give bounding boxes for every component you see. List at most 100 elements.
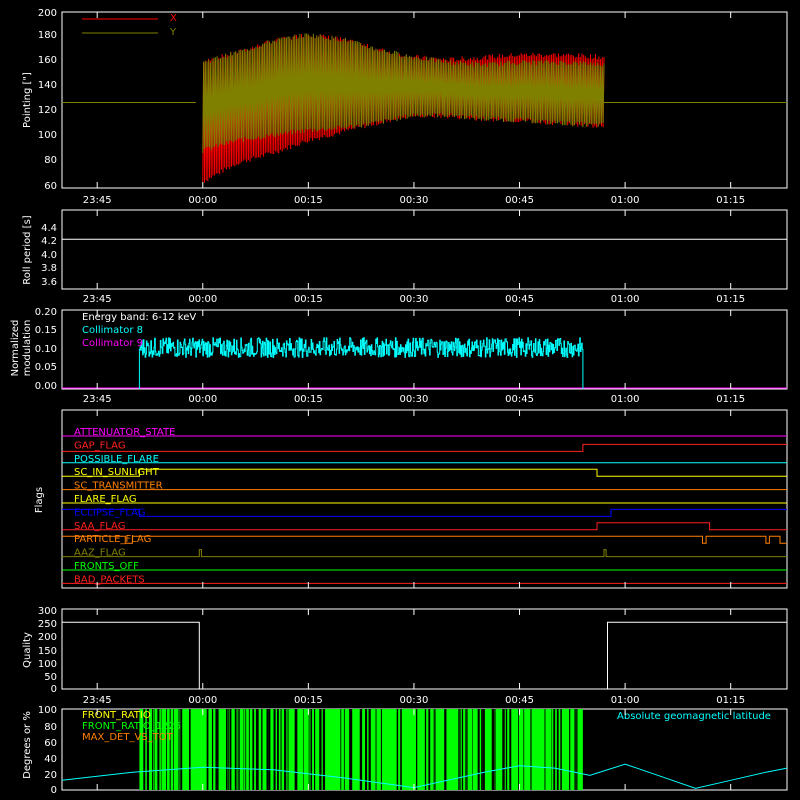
front-ratio-gap [544, 709, 546, 790]
pointing-ylabel: Pointing ["] [22, 72, 33, 128]
time-tick-label: 00:30 [400, 394, 429, 405]
time-tick-label: 01:15 [716, 394, 745, 405]
time-tick-label: 01:00 [611, 294, 640, 305]
pointing-ytick: 100 [38, 130, 57, 141]
front-ratio-gap [518, 709, 519, 790]
modulation-ytick: 0.20 [35, 307, 57, 318]
plot-canvas: Pointing ["] 200 180 160 140 120 100 80 … [10, 8, 788, 796]
roll-period-panel: Roll period [s] 4.4 4.2 4.0 3.8 3.6 23:4… [22, 209, 788, 305]
quality-ytick: 0 [51, 684, 57, 695]
quality-ytick: 100 [38, 659, 57, 670]
front-ratio-gap [322, 709, 326, 790]
front-ratio-gap [252, 709, 255, 790]
modulation-ytick: 0.15 [35, 325, 57, 336]
front-ratio-gap [477, 709, 480, 790]
quality-ytick: 300 [38, 606, 57, 617]
quality-time-axis: 23:45 00:00 00:15 00:30 00:45 01:00 01:15 [83, 695, 745, 706]
ratios-ytick: 100 [38, 705, 57, 716]
front-ratio-gap [556, 709, 559, 790]
time-tick-label: 00:15 [294, 695, 323, 706]
flag-line [62, 443, 787, 452]
front-ratio-gap [375, 709, 377, 790]
time-tick-label: 00:45 [505, 195, 534, 206]
roll-ytick: 3.6 [41, 277, 57, 288]
modulation-ylabel-line1: Normalized [10, 320, 21, 377]
front-ratio-gap [211, 709, 214, 790]
time-tick-label: 01:00 [611, 394, 640, 405]
pointing-time-axis: 23:45 00:00 00:15 00:30 00:45 01:00 01:15 [83, 195, 745, 206]
time-tick-label: 00:00 [188, 294, 217, 305]
front-ratio-gap [206, 709, 209, 790]
modulation-ytick: 0.05 [35, 362, 57, 373]
flags-panel: Flags ATTENUATOR_STATEGAP_FLAGPOSSIBLE_F… [34, 409, 788, 589]
quality-ytick: 200 [38, 632, 57, 643]
flag-line [62, 535, 787, 544]
front-ratio-gap [560, 709, 562, 790]
flags-ylabel: Flags [34, 487, 45, 513]
roll-yticks: 4.4 4.2 4.0 3.8 3.6 [41, 223, 57, 288]
ratios-panel: Degrees or % 100 80 60 40 20 0 FRONT_RAT… [22, 705, 788, 796]
pointing-ytick: 60 [44, 181, 57, 192]
pointing-panel: Pointing ["] 200 180 160 140 120 100 80 … [22, 8, 788, 206]
time-tick-label: 00:30 [400, 695, 429, 706]
front-ratio-gap [467, 709, 468, 790]
front-ratio-gap [268, 709, 271, 790]
front-ratio-gap [553, 709, 556, 790]
pointing-ytick: 180 [38, 30, 57, 41]
legend-label-y: Y [169, 27, 177, 38]
front-ratio-gap [313, 709, 316, 790]
front-ratio-gap [435, 709, 436, 790]
time-tick-label: 23:45 [83, 294, 112, 305]
front-ratio-gap [472, 709, 473, 790]
modulation-yticks: 0.20 0.15 0.10 0.05 0.00 [35, 307, 57, 392]
time-tick-label: 23:45 [83, 394, 112, 405]
roll-ylabel: Roll period [s] [22, 215, 33, 284]
legend-label-x: X [170, 13, 177, 24]
legend-front-ratio-1225: FRONT_RATIO_1225 [82, 721, 181, 732]
front-ratio-gap [261, 709, 263, 790]
front-ratio-gap [502, 709, 505, 790]
pointing-ytick: 80 [44, 155, 57, 166]
front-ratio-gap [361, 709, 363, 790]
front-ratio-gap [504, 709, 505, 790]
front-ratio-gap [321, 709, 322, 790]
quality-panel: Quality 300 250 200 150 100 50 0 23:45 00… [22, 606, 788, 706]
front-ratio-gap [284, 709, 287, 790]
collimator-8-line [138, 337, 584, 389]
front-ratio-gap [303, 709, 304, 790]
front-ratio-gap [287, 709, 289, 790]
front-ratio-gap [574, 709, 576, 790]
roll-ytick: 4.0 [41, 250, 57, 261]
front-ratio-gap [505, 709, 508, 790]
front-ratio-gap [234, 709, 237, 790]
front-ratio-gap [493, 709, 495, 790]
time-tick-label: 00:15 [294, 394, 323, 405]
front-ratio-gap [245, 709, 247, 790]
front-ratio-gap [257, 709, 259, 790]
latitude-label: Absolute geomagnetic latitude [617, 711, 771, 722]
legend-max-det-vs-tot: MAX_DET_VS_TOT [82, 732, 174, 743]
ratios-ytick: 80 [44, 722, 57, 733]
front-ratio-gap [319, 709, 322, 790]
front-ratio-gap [238, 709, 240, 790]
pointing-legend: X Y [82, 13, 177, 38]
modulation-time-axis: 23:45 00:00 00:15 00:30 00:45 01:00 01:15 [83, 394, 745, 405]
front-ratio-gap [280, 709, 282, 790]
front-ratio-gap [444, 709, 447, 790]
front-ratio-gap [569, 709, 571, 790]
time-tick-label: 00:30 [400, 294, 429, 305]
time-tick-label: 00:00 [188, 695, 217, 706]
front-ratio-gap [495, 709, 496, 790]
ratios-yticks: 100 80 60 40 20 0 [38, 705, 57, 796]
time-tick-label: 00:45 [505, 294, 534, 305]
front-ratio-gap [277, 709, 279, 790]
roll-ytick: 3.8 [41, 263, 57, 274]
time-tick-label: 01:15 [716, 294, 745, 305]
legend-collimator-9: Collimator 9 [82, 338, 143, 349]
pointing-ytick: 200 [38, 8, 57, 19]
front-ratio-gap [576, 709, 578, 790]
ratios-ytick: 0 [51, 785, 57, 796]
pointing-ytick: 160 [38, 55, 57, 66]
modulation-plot-area [62, 337, 787, 389]
quality-axes-box [61, 608, 788, 690]
